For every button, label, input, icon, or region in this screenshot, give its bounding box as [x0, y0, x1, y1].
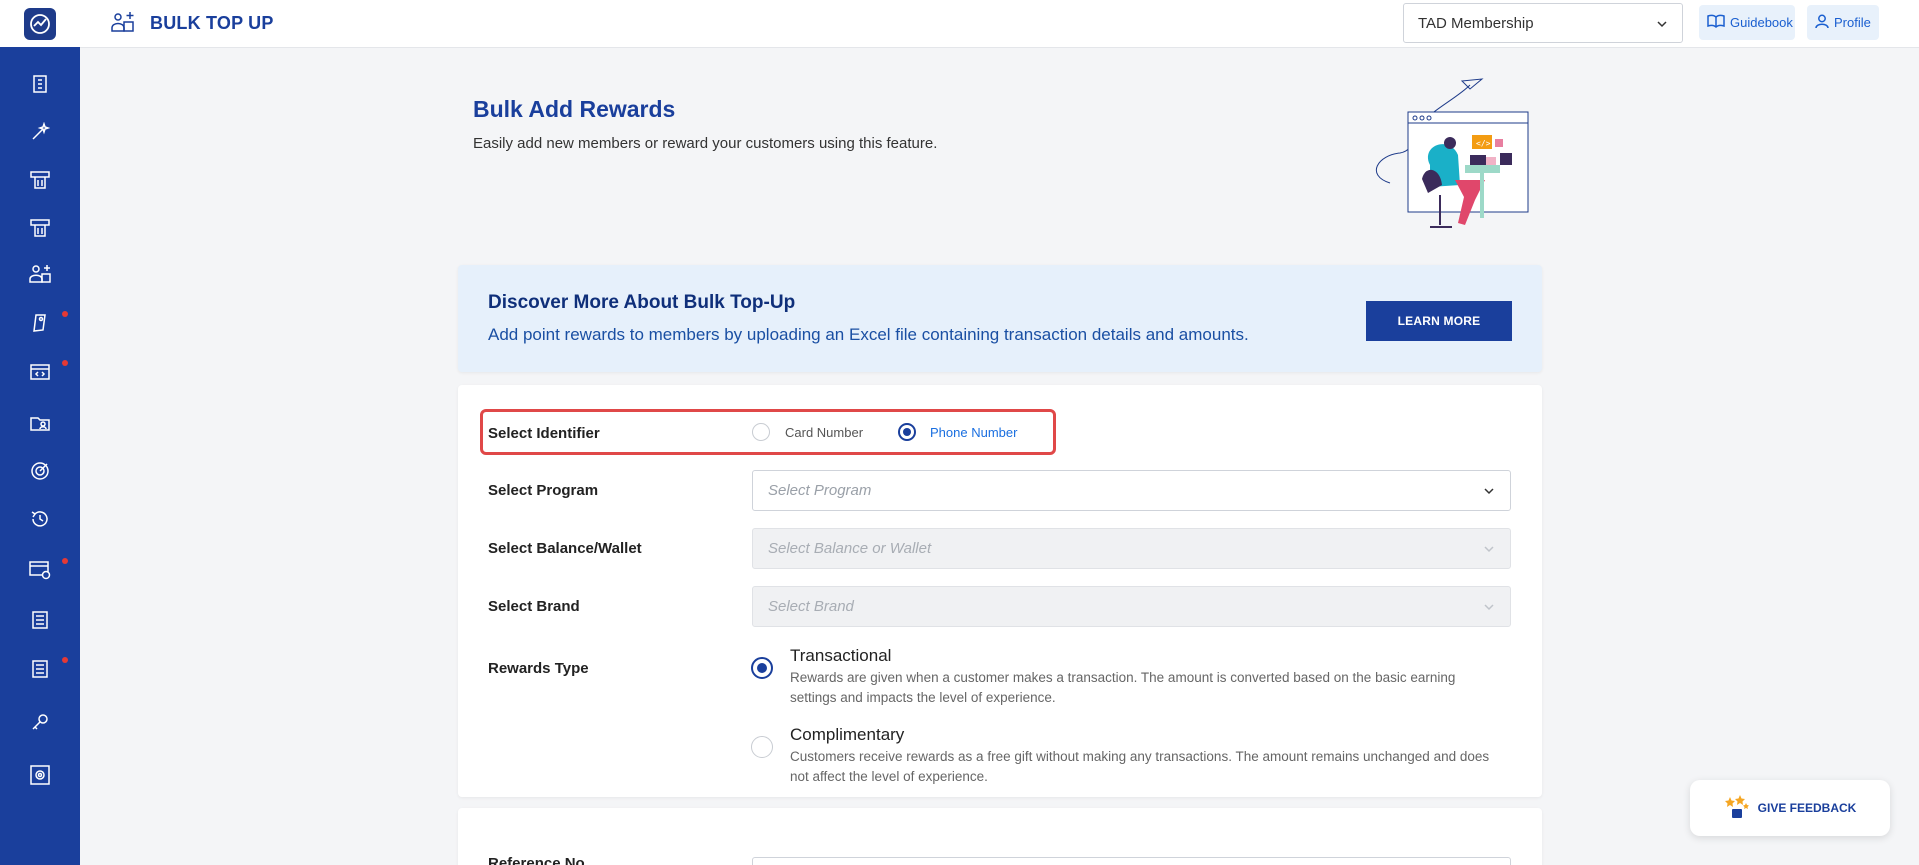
page-title: BULK TOP UP [150, 13, 274, 33]
guidebook-button[interactable]: Guidebook [1699, 5, 1795, 40]
nav-history-icon[interactable] [0, 499, 80, 539]
card-number-option-label[interactable]: Card Number [785, 425, 863, 440]
notification-dot [62, 558, 68, 564]
give-feedback-button[interactable]: GIVE FEEDBACK [1690, 780, 1890, 836]
reference-input[interactable] [752, 857, 1511, 865]
brand-select-placeholder: Select Brand [768, 598, 854, 615]
nav-target-icon[interactable] [0, 451, 80, 491]
app-logo-icon[interactable] [24, 7, 56, 40]
transactional-option-title[interactable]: Transactional [790, 646, 891, 666]
sidebar [0, 0, 80, 865]
nav-code-window-icon[interactable] [0, 352, 80, 392]
complimentary-option-title[interactable]: Complimentary [790, 725, 904, 745]
wallet-label: Select Balance/Wallet [488, 540, 642, 557]
complimentary-option-description: Customers receive rewards as a free gift… [790, 749, 1490, 784]
chevron-down-icon [1483, 598, 1495, 615]
nav-settings-card-icon[interactable] [0, 550, 80, 590]
notification-dot [62, 360, 68, 366]
nav-gear-doc-icon[interactable] [0, 755, 80, 795]
feedback-label: GIVE FEEDBACK [1757, 801, 1857, 815]
bulk-top-up-icon [110, 10, 136, 39]
banner-title: Discover More About Bulk Top-Up [488, 292, 796, 313]
guidebook-label: Guidebook [1730, 15, 1793, 30]
phone-number-option-label[interactable]: Phone Number [930, 425, 1017, 440]
wallet-select-placeholder: Select Balance or Wallet [768, 540, 932, 557]
rewards-type-label: Rewards Type [488, 660, 589, 677]
banner-description: Add point rewards to members by uploadin… [488, 325, 1249, 344]
top-bar: BULK TOP UP TAD Membership Guidebook Pro… [80, 0, 1919, 48]
reference-label: Reference No [488, 855, 585, 865]
nav-building-icon[interactable] [0, 64, 80, 104]
membership-select[interactable]: TAD Membership [1403, 3, 1683, 43]
complimentary-radio[interactable] [751, 736, 773, 758]
profile-label: Profile [1834, 15, 1871, 30]
nav-magic-wand-icon[interactable] [0, 112, 80, 152]
nav-voucher-alt-icon[interactable] [0, 208, 80, 248]
info-banner: Discover More About Bulk Top-Up Add poin… [458, 265, 1542, 372]
program-select-placeholder: Select Program [768, 482, 872, 499]
nav-key-icon[interactable] [0, 702, 80, 742]
book-icon [1707, 14, 1725, 31]
brand-select[interactable]: Select Brand [752, 586, 1511, 627]
nav-tag-icon[interactable] [0, 303, 80, 343]
nav-user-group-icon[interactable] [0, 254, 80, 294]
phone-number-radio[interactable] [898, 423, 916, 441]
wallet-select[interactable]: Select Balance or Wallet [752, 528, 1511, 569]
nav-receipt-icon[interactable] [0, 600, 80, 640]
chevron-down-icon [1483, 540, 1495, 557]
program-label: Select Program [488, 482, 599, 499]
feedback-stars-icon [1724, 794, 1750, 822]
learn-more-button[interactable]: LEARN MORE [1366, 301, 1512, 341]
card-number-radio[interactable] [752, 423, 770, 441]
nav-folder-user-icon[interactable] [0, 403, 80, 443]
nav-voucher-icon[interactable] [0, 160, 80, 200]
profile-button[interactable]: Profile [1807, 5, 1879, 40]
transactional-radio[interactable] [751, 657, 773, 679]
notification-dot [62, 657, 68, 663]
section-title: Bulk Add Rewards [473, 96, 676, 122]
nav-receipt-alt-icon[interactable] [0, 649, 80, 689]
chevron-down-icon [1656, 15, 1668, 32]
notification-dot [62, 311, 68, 317]
identifier-label: Select Identifier [488, 425, 600, 442]
program-select[interactable]: Select Program [752, 470, 1511, 511]
brand-label: Select Brand [488, 598, 580, 615]
membership-select-value: TAD Membership [1418, 14, 1534, 32]
svg-text:</>: </> [1476, 139, 1491, 148]
user-icon [1815, 14, 1829, 32]
transactional-option-description: Rewards are given when a customer makes … [790, 670, 1456, 705]
person-at-desk-illustration: </> [1370, 75, 1535, 245]
logo-container [0, 0, 80, 47]
section-subtitle: Easily add new members or reward your cu… [473, 135, 938, 152]
chevron-down-icon [1483, 482, 1495, 499]
